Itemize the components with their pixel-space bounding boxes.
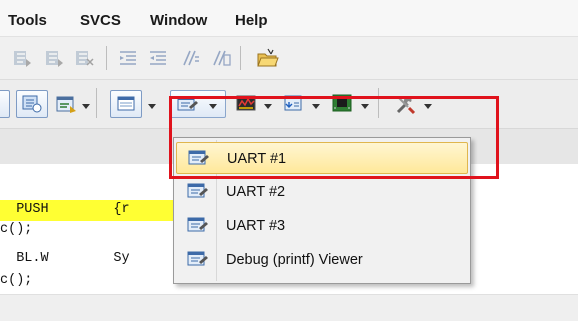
bookmark-next-icon[interactable] [44, 49, 64, 67]
menu-item-label: Debug (printf) Viewer [226, 252, 363, 268]
code-line-4: c(); [0, 273, 33, 288]
code-line-blw: BL.W Sy [0, 251, 130, 266]
call-stack-icon[interactable] [56, 96, 78, 114]
bookmark-clear-icon[interactable] [74, 49, 94, 67]
toolbar-button-partial[interactable] [0, 90, 10, 118]
status-area [0, 294, 578, 321]
serial-window-icon [187, 183, 208, 198]
uncomment-icon[interactable] [210, 49, 232, 67]
watch-window-button[interactable] [110, 90, 142, 118]
separator [240, 46, 241, 70]
menu-help[interactable]: Help [235, 12, 268, 29]
menu-tools[interactable]: Tools [8, 12, 47, 29]
annotation-highlight-box [169, 96, 499, 179]
chevron-down-icon[interactable] [82, 104, 90, 109]
menu-item-label: UART #3 [226, 218, 286, 234]
menu-window[interactable]: Window [150, 12, 207, 29]
separator [106, 46, 107, 70]
bookmark-prev-icon[interactable] [12, 49, 32, 67]
separator [96, 88, 97, 118]
registers-icon [22, 95, 42, 113]
serial-window-icon [187, 217, 208, 232]
comment-icon[interactable] [180, 49, 200, 67]
code-line-2: c(); [0, 222, 33, 237]
code-line-push: PUSH {r [0, 202, 130, 217]
menu-item-uart3[interactable]: UART #3 [176, 210, 468, 242]
menu-svcs[interactable]: SVCS [80, 12, 121, 29]
menu-item-debug-printf-viewer[interactable]: Debug (printf) Viewer [176, 244, 468, 276]
chevron-down-icon[interactable] [148, 104, 156, 109]
registers-button[interactable] [16, 90, 48, 118]
unindent-icon[interactable] [148, 49, 168, 67]
menu-item-uart2[interactable]: UART #2 [176, 176, 468, 208]
printf-viewer-icon [187, 251, 208, 266]
indent-icon[interactable] [118, 49, 138, 67]
watch-window-icon [117, 96, 135, 111]
menu-bar: Tools SVCS Window Help [0, 0, 578, 37]
open-folder-icon[interactable] [256, 47, 280, 69]
menu-item-label: UART #2 [226, 184, 286, 200]
edit-toolbar [0, 37, 578, 109]
